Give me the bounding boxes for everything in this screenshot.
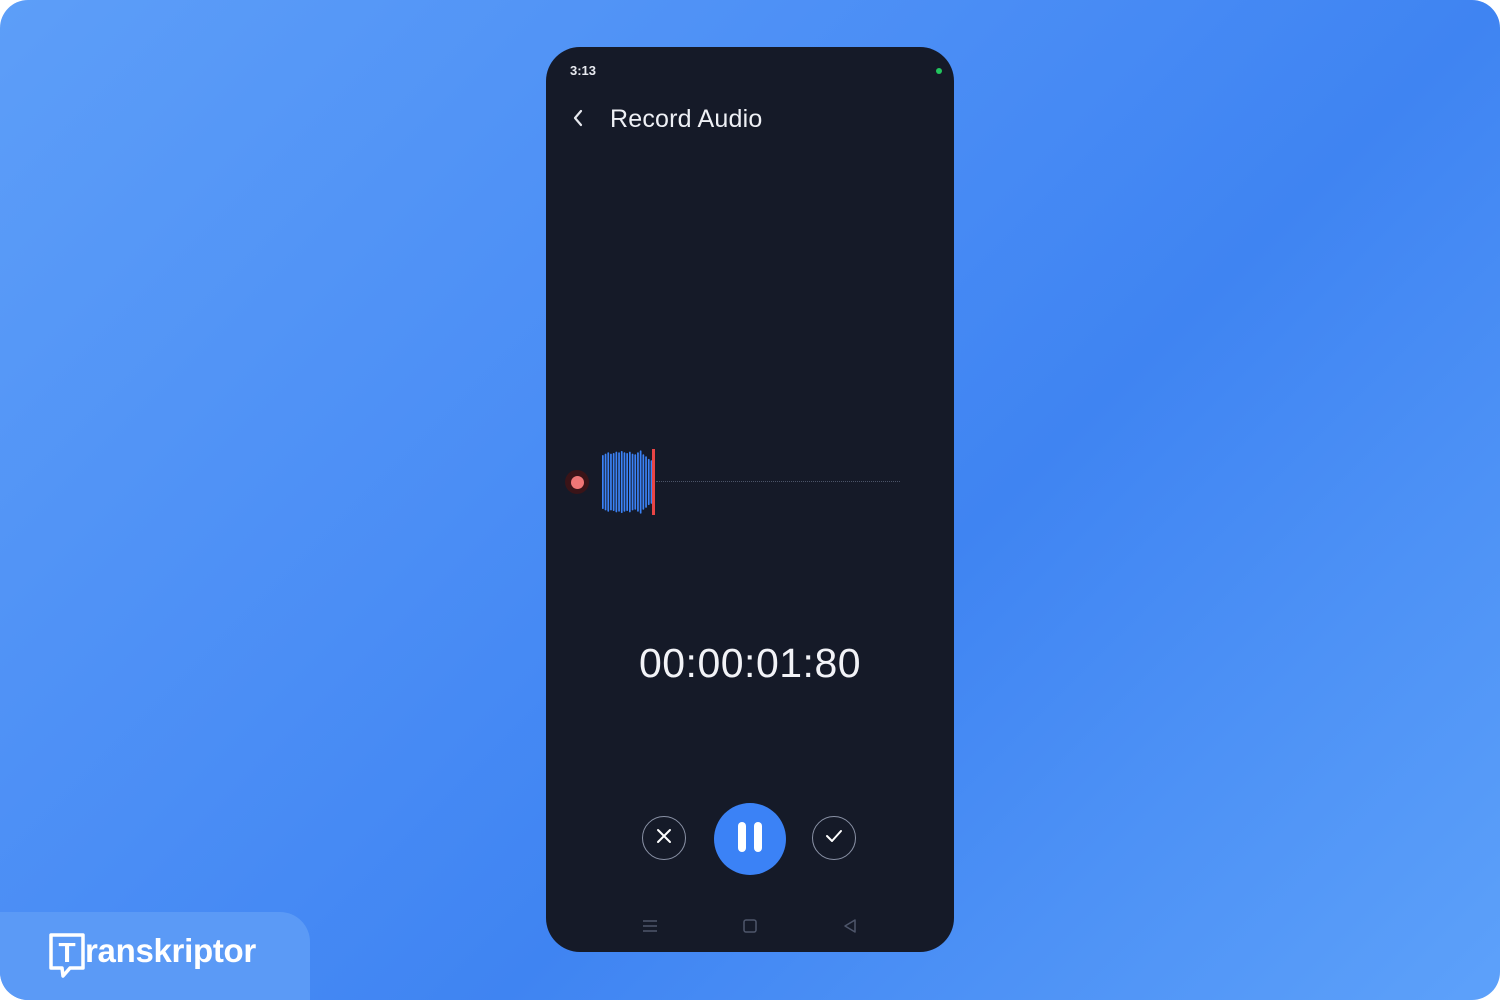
logo-letter: T xyxy=(58,937,75,968)
waveform-bar xyxy=(610,453,612,511)
waveform-bar xyxy=(602,454,604,510)
phone-frame: 3:13 Record Audio 00:00:01:80 xyxy=(546,47,954,952)
check-icon xyxy=(825,829,843,848)
status-bar-time: 3:13 xyxy=(570,63,597,78)
menu-icon[interactable] xyxy=(640,917,660,935)
transkriptor-logo-icon: T xyxy=(49,933,85,978)
waveform-bar xyxy=(645,456,647,508)
recording-indicator xyxy=(565,470,589,494)
waveform-bar xyxy=(612,452,615,512)
brand-name: ranskriptor xyxy=(85,932,256,969)
waveform-bar xyxy=(639,450,642,514)
waveform-bar xyxy=(647,458,650,506)
close-icon xyxy=(656,828,672,849)
confirm-button[interactable] xyxy=(812,816,856,860)
waveform-bar xyxy=(629,451,631,513)
playhead[interactable] xyxy=(652,449,655,515)
waveform-bar xyxy=(631,453,634,511)
chevron-left-icon xyxy=(572,109,584,132)
waveform-bar xyxy=(642,454,645,510)
pause-icon xyxy=(737,821,763,857)
discard-button[interactable] xyxy=(642,816,686,860)
brand-badge: T ranskriptor xyxy=(0,912,310,1000)
recording-timer: 00:00:01:80 xyxy=(638,640,862,686)
waveform-bar xyxy=(626,452,628,512)
waveform-bar xyxy=(620,450,623,514)
back-button[interactable] xyxy=(564,105,592,135)
waveform-bar xyxy=(604,453,607,511)
status-indicator-dot xyxy=(936,68,942,74)
back-triangle-icon[interactable] xyxy=(840,917,860,935)
home-icon[interactable] xyxy=(740,917,760,935)
recording-dot-icon xyxy=(570,475,584,489)
waveform xyxy=(546,427,954,537)
waveform-bar xyxy=(618,452,620,512)
pause-button[interactable] xyxy=(714,803,786,875)
waveform-bar xyxy=(623,452,626,512)
waveform-bar xyxy=(615,451,618,513)
waveform-bar xyxy=(637,452,639,512)
waveform-bar xyxy=(634,454,637,510)
timeline-baseline xyxy=(656,481,900,482)
page-title: Record Audio xyxy=(610,105,763,133)
background-canvas: 3:13 Record Audio 00:00:01:80 T ranskrip… xyxy=(0,0,1500,1000)
waveform-bar xyxy=(607,452,610,512)
